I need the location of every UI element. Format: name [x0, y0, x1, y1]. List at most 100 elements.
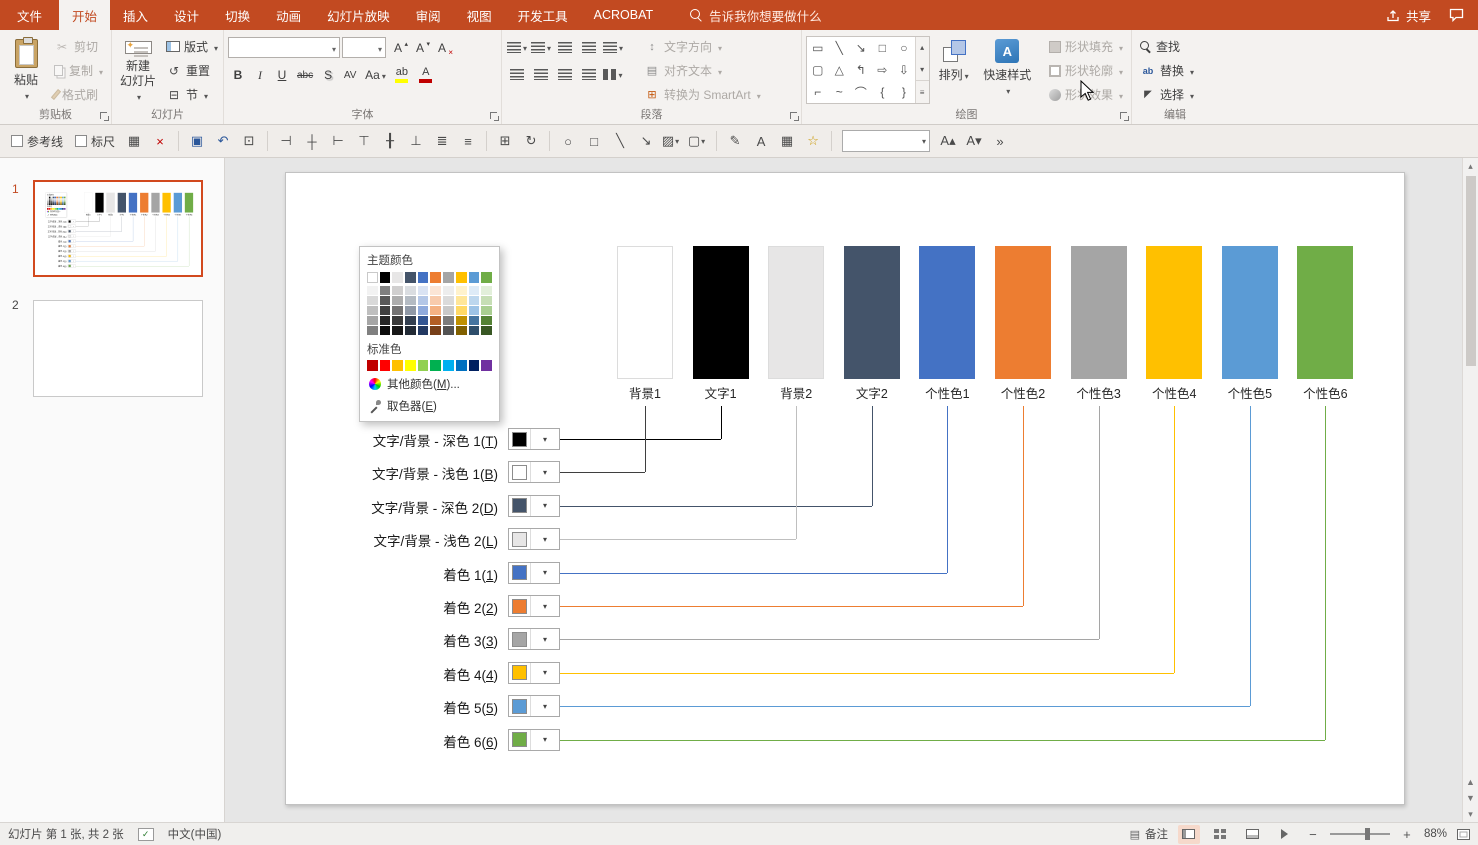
theme-color-variant-swatch[interactable]: [430, 306, 442, 315]
theme-color-variant-swatch[interactable]: [468, 316, 480, 325]
layout-button[interactable]: 版式: [162, 36, 222, 57]
guides-checkbox[interactable]: 参考线: [6, 133, 68, 150]
theme-color-variant-swatch[interactable]: [468, 326, 480, 335]
theme-color-variant-swatch[interactable]: [481, 296, 492, 305]
theme-color-swatch[interactable]: [481, 272, 492, 283]
language-indicator[interactable]: 中文(中国): [168, 826, 222, 842]
theme-color-variant-swatch[interactable]: [430, 326, 442, 335]
more-colors-option[interactable]: 其他颜色(M)...: [367, 374, 492, 393]
convert-to-smartart-button[interactable]: 转换为 SmartArt: [640, 84, 765, 105]
scroll-up-button[interactable]: ▴: [1463, 158, 1478, 174]
shape-outline-button[interactable]: 形状轮廓: [1045, 60, 1127, 81]
increase-font-size-button[interactable]: A: [388, 38, 408, 58]
align-left-button[interactable]: ⊣: [274, 129, 298, 153]
standard-color-swatch[interactable]: [379, 360, 391, 371]
theme-color-variant-swatch[interactable]: [468, 306, 480, 315]
character-spacing-button[interactable]: AV: [340, 65, 360, 85]
theme-color-swatch[interactable]: [468, 272, 480, 283]
theme-color-variant-swatch[interactable]: [443, 306, 454, 315]
highlight-tool-button[interactable]: ☆: [801, 129, 825, 153]
shape-option-0[interactable]: ▭: [807, 37, 829, 59]
theme-color-variant-swatch[interactable]: [392, 326, 404, 335]
find-button[interactable]: 查找: [1136, 36, 1198, 57]
standard-color-swatch[interactable]: [405, 360, 416, 371]
align-right-button[interactable]: ⊢: [326, 129, 350, 153]
theme-color-variant-swatch[interactable]: [481, 326, 492, 335]
tab-animations[interactable]: 动画: [263, 0, 314, 30]
paragraph-dialog-launcher[interactable]: [789, 111, 799, 121]
color-swatch-dropdown[interactable]: ▾: [508, 695, 560, 718]
align-bottom-button[interactable]: ⊥: [404, 129, 428, 153]
theme-color-variant-swatch[interactable]: [392, 316, 404, 325]
shape-line-button[interactable]: ╲: [608, 129, 632, 153]
align-text-button[interactable]: 对齐文本: [640, 60, 765, 81]
tab-file[interactable]: 文件: [0, 0, 59, 30]
shape-oval-button[interactable]: ○: [556, 129, 580, 153]
justify-button[interactable]: [578, 64, 600, 84]
standard-color-swatch[interactable]: [455, 360, 467, 371]
tab-developer[interactable]: 开发工具: [505, 0, 581, 30]
font-dialog-launcher[interactable]: [489, 111, 499, 121]
distribute-horizontal-button[interactable]: ≣: [430, 129, 454, 153]
bold-button[interactable]: B: [228, 65, 248, 85]
previous-slide-button[interactable]: ▲: [1463, 774, 1478, 790]
standard-color-swatch[interactable]: [392, 360, 404, 371]
standard-color-swatch[interactable]: [430, 360, 442, 371]
theme-color-swatch[interactable]: [455, 272, 467, 283]
theme-color-variant-swatch[interactable]: [481, 306, 492, 315]
shape-option-14[interactable]: }: [893, 81, 915, 103]
color-swatch-dropdown[interactable]: ▾: [508, 428, 560, 450]
slideshow-view-button[interactable]: [1274, 825, 1296, 844]
style-combobox[interactable]: ▾: [842, 130, 931, 152]
color-swatch-dropdown[interactable]: ▾: [508, 728, 560, 751]
insert-table-button[interactable]: ▦: [775, 129, 799, 153]
shape-option-3[interactable]: □: [872, 37, 894, 59]
new-slide-button[interactable]: 新建幻灯片: [116, 34, 160, 106]
line-spacing-button[interactable]: [602, 37, 624, 57]
fit-slide-to-window-button[interactable]: [1457, 828, 1470, 840]
font-name-combobox[interactable]: [228, 37, 340, 58]
shrink-font-button[interactable]: A▾: [962, 129, 986, 153]
theme-color-variant-swatch[interactable]: [367, 326, 378, 335]
theme-color-variant-swatch[interactable]: [379, 286, 391, 295]
theme-color-swatch[interactable]: [379, 272, 391, 283]
shape-option-5[interactable]: ▢: [807, 59, 829, 81]
theme-color-variant-swatch[interactable]: [430, 296, 442, 305]
tab-transitions[interactable]: 切换: [212, 0, 263, 30]
theme-color-variant-swatch[interactable]: [455, 286, 467, 295]
italic-button[interactable]: I: [250, 65, 270, 85]
theme-color-variant-swatch[interactable]: [405, 296, 416, 305]
columns-button[interactable]: [602, 64, 624, 84]
decrease-font-size-button[interactable]: A: [410, 38, 430, 58]
theme-color-variant-swatch[interactable]: [379, 306, 391, 315]
align-left-button[interactable]: [506, 64, 528, 84]
shape-fill-button[interactable]: 形状填充: [1045, 36, 1127, 57]
tab-design[interactable]: 设计: [161, 0, 212, 30]
shapes-scroll-down-button[interactable]: ▾: [916, 59, 929, 81]
cut-button[interactable]: ✂ 剪切: [50, 36, 107, 57]
shape-option-4[interactable]: ○: [893, 37, 915, 59]
format-painter-button[interactable]: 格式刷: [50, 84, 107, 105]
normal-view-button[interactable]: [1177, 824, 1200, 844]
save-button[interactable]: ▣: [185, 129, 209, 153]
theme-color-variant-swatch[interactable]: [443, 326, 454, 335]
theme-color-variant-swatch[interactable]: [430, 286, 442, 295]
align-top-button[interactable]: ⊤: [352, 129, 376, 153]
shape-option-12[interactable]: ⌒: [850, 81, 872, 103]
tell-me-search[interactable]: 告诉我你想要做什么: [690, 0, 822, 30]
align-middle-button[interactable]: ╂: [378, 129, 402, 153]
align-center-button[interactable]: ┼: [300, 129, 324, 153]
undo-button[interactable]: ↶: [211, 129, 235, 153]
slide-thumbnail-1[interactable]: 主题颜色 标准色 其他颜色(M)... 取色器(E) 背景1 文字1 背景2 文…: [33, 180, 203, 277]
tab-slideshow[interactable]: 幻灯片放映: [314, 0, 403, 30]
tab-acrobat[interactable]: ACROBAT: [581, 0, 667, 30]
slide-thumbnail-2[interactable]: [33, 300, 203, 397]
pencil-tool-button[interactable]: ✎: [723, 129, 747, 153]
theme-color-variant-swatch[interactable]: [417, 316, 429, 325]
quick-styles-button[interactable]: 快速样式: [978, 34, 1037, 106]
theme-color-variant-swatch[interactable]: [392, 306, 404, 315]
color-swatch-dropdown[interactable]: ▾: [508, 561, 560, 584]
rotate-objects-button[interactable]: ↻: [519, 129, 543, 153]
decrease-indent-button[interactable]: [554, 37, 576, 57]
theme-color-swatch[interactable]: [367, 272, 378, 283]
